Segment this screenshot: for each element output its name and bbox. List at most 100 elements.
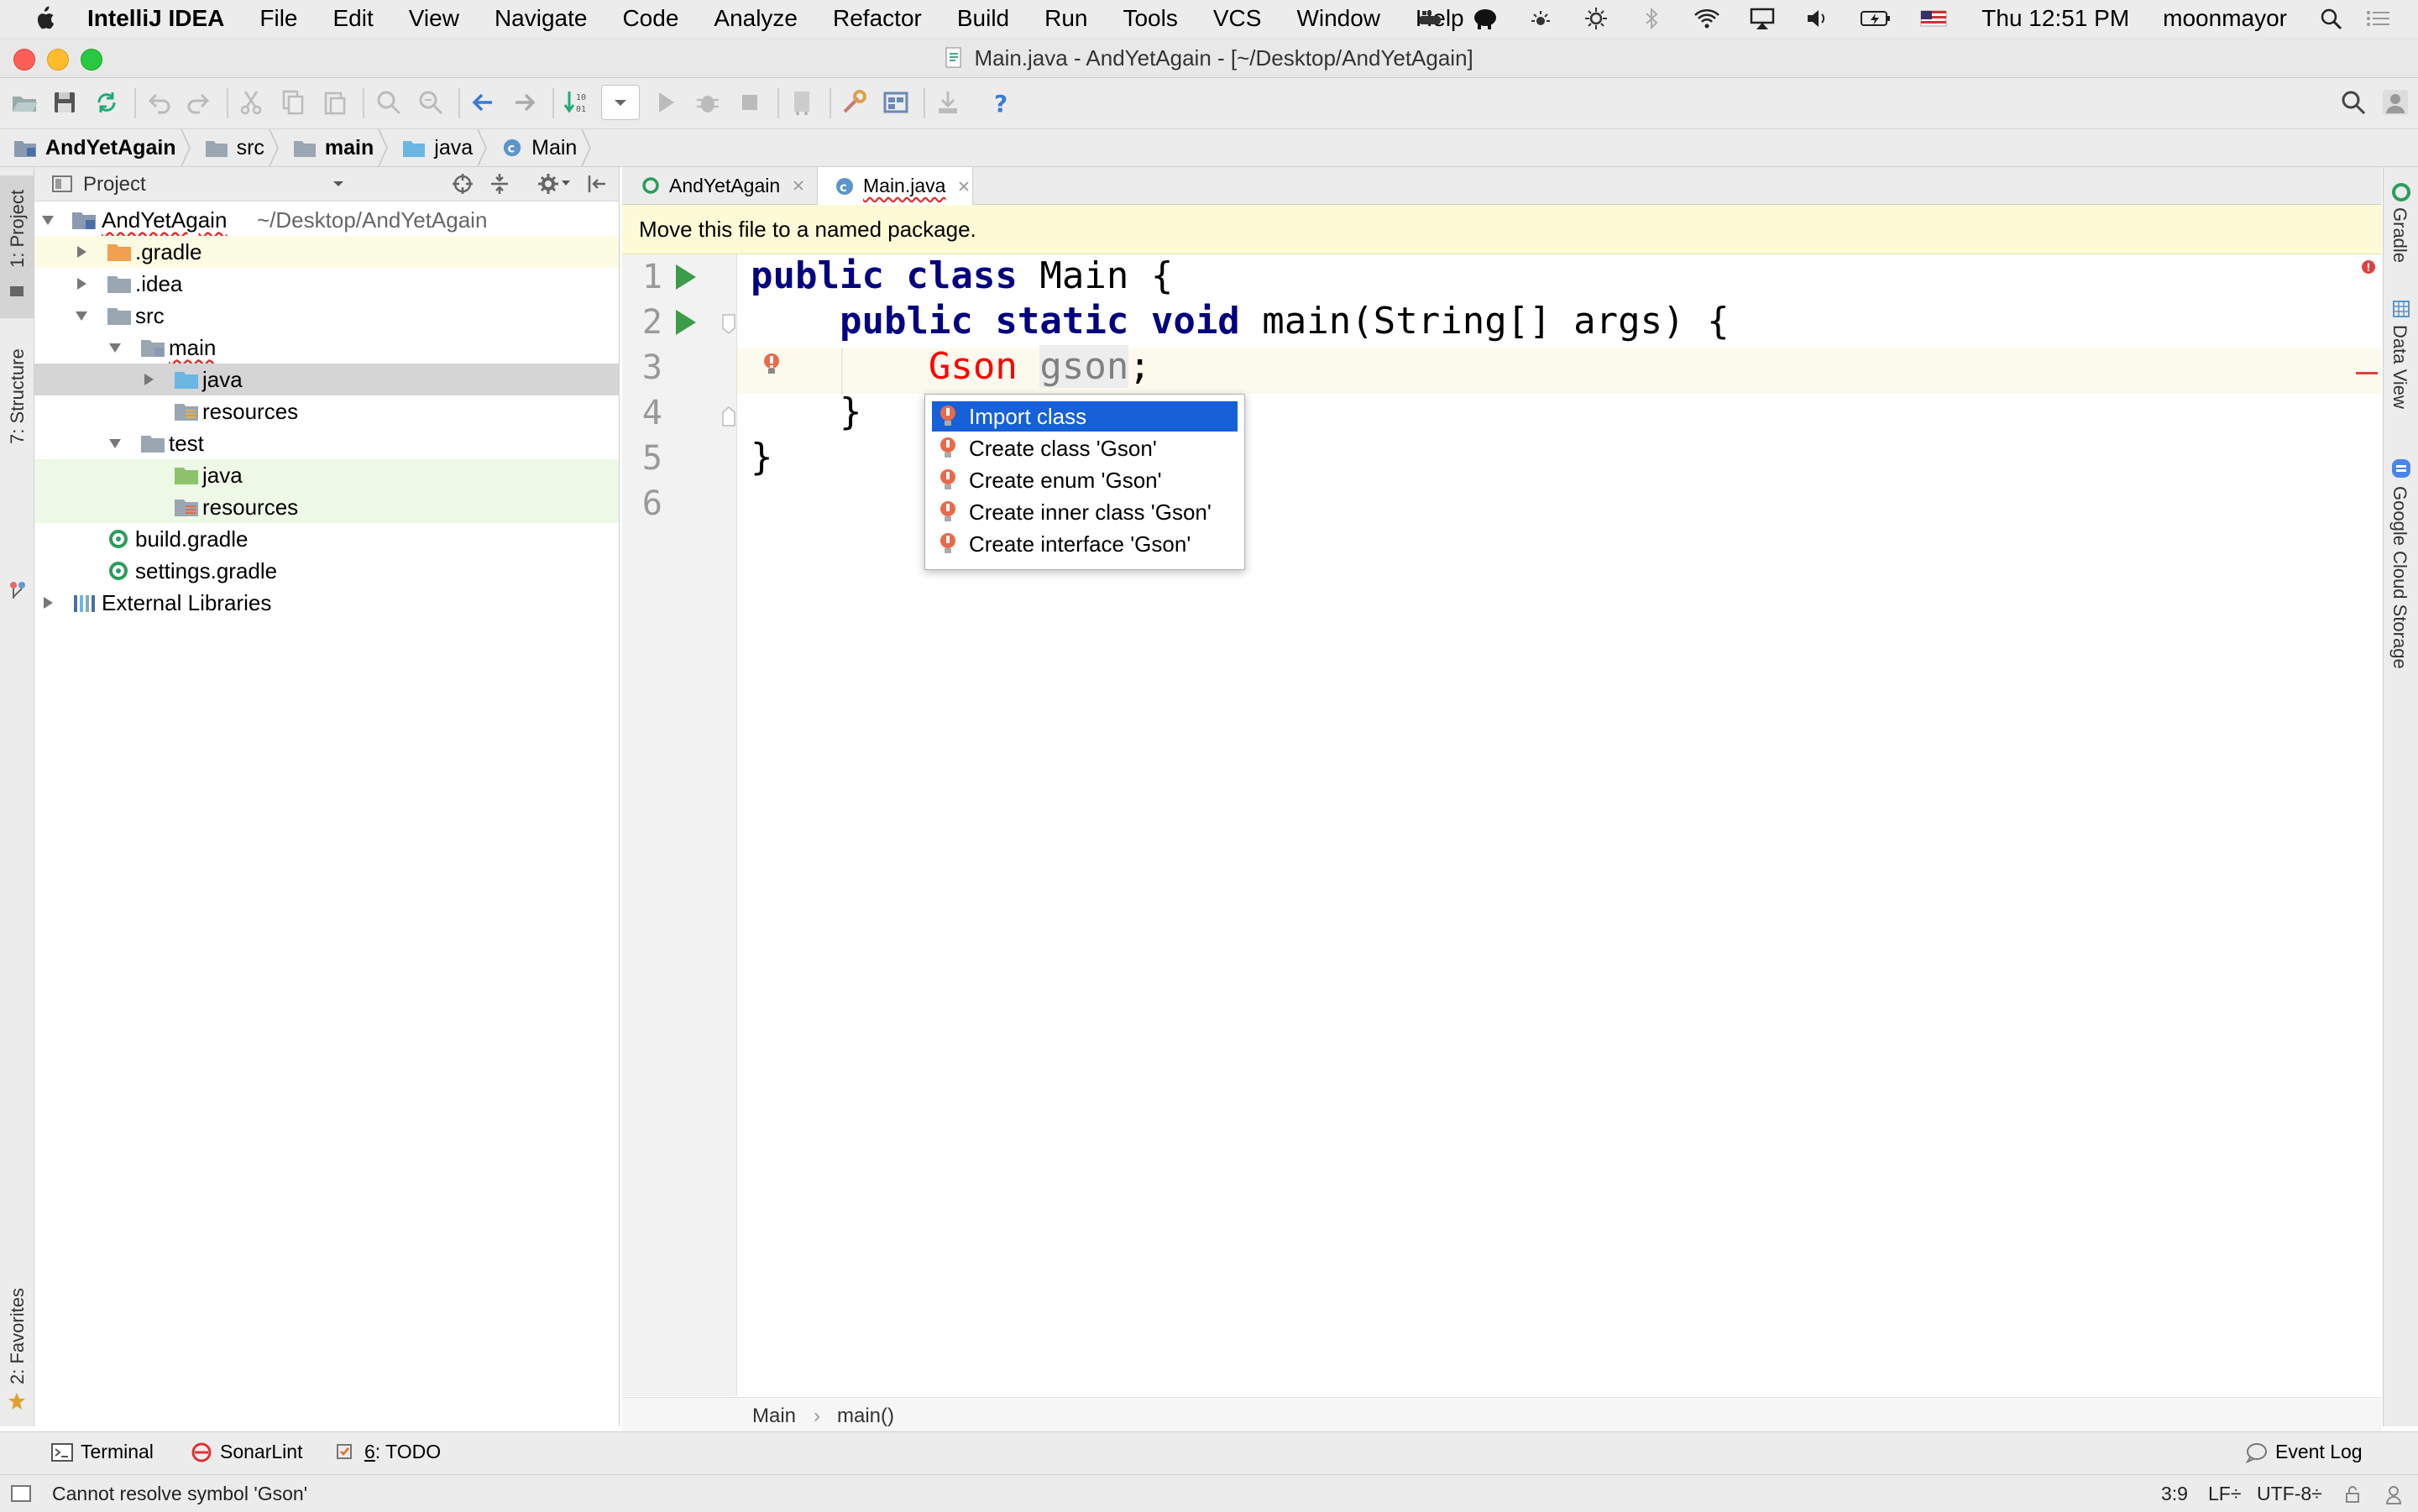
popup-item-create-interface[interactable]: Create interface 'Gson' [932,529,1238,559]
close-tab-icon[interactable] [957,180,971,193]
apple-icon[interactable] [32,6,55,31]
redo-icon[interactable] [185,88,213,117]
favorites-tool-tab[interactable]: 2: Favorites [0,1275,34,1418]
stop-icon[interactable] [735,88,764,117]
expanded-arrow-icon[interactable] [39,212,56,228]
tree-item-main-java-folder[interactable]: java [34,364,619,395]
tab-andyetagain[interactable]: AndYetAgain [622,167,815,204]
menu-file[interactable]: File [259,5,297,32]
collapse-all-icon[interactable] [488,172,511,196]
brightness-low-icon[interactable] [1526,6,1555,31]
tree-item-settings-gradle[interactable]: settings.gradle [34,555,619,587]
menu-code[interactable]: Code [622,5,678,32]
menu-app-name[interactable]: IntelliJ IDEA [87,5,224,32]
spotlight-search-icon[interactable] [2317,6,2346,31]
nav-crumb-project[interactable]: AndYetAgain [0,129,191,166]
flag-us-icon[interactable] [1919,6,1948,31]
battery-icon[interactable] [1859,6,1892,31]
menu-window[interactable]: Window [1296,5,1380,32]
menu-refactor[interactable]: Refactor [833,5,922,32]
tree-item-main-resources-folder[interactable]: resources [34,395,619,427]
save-all-icon[interactable] [50,88,79,117]
run-configuration-dropdown[interactable] [601,85,640,120]
menu-vcs[interactable]: VCS [1213,5,1262,32]
lock-icon[interactable] [2344,1485,2361,1504]
wifi-icon[interactable] [1693,6,1721,31]
todo-tool-button[interactable]: 6: TODO [334,1441,441,1463]
sun-icon[interactable] [1582,6,1610,31]
menu-tools[interactable]: Tools [1123,5,1177,32]
nav-crumb-main-class[interactable]: c Main [488,129,592,166]
menu-analyze[interactable]: Analyze [714,5,798,32]
settings-gear-icon[interactable] [536,172,560,196]
tree-item-test-java-folder[interactable]: java [34,459,619,491]
structure-tool-tab[interactable]: 7: Structure [0,318,34,599]
tree-item-gradle-folder[interactable]: .gradle [34,236,619,268]
airplay-icon[interactable] [1748,6,1777,31]
copy-icon[interactable] [279,88,307,117]
menu-build[interactable]: Build [957,5,1009,32]
menu-run[interactable]: Run [1044,5,1087,32]
line-separator-selector[interactable]: LF÷ [2208,1483,2241,1505]
gcs-tool-tab[interactable]: Google Cloud Storage [2384,458,2418,701]
scroll-from-source-icon[interactable] [451,172,474,196]
find-icon[interactable] [374,88,403,117]
debug-icon[interactable] [693,88,722,117]
replace-icon[interactable] [416,88,445,117]
tree-item-external-libraries[interactable]: External Libraries [34,587,619,619]
docker-icon[interactable] [1416,6,1444,31]
back-icon[interactable] [468,88,497,117]
menu-view[interactable]: View [409,5,459,32]
popup-item-create-inner-class[interactable]: Create inner class 'Gson' [932,497,1238,527]
tree-item-idea-folder[interactable]: .idea [34,268,619,300]
tree-item-test-resources-folder[interactable]: resources [34,491,619,523]
tree-item-test-folder[interactable]: test [34,427,619,459]
sonarlint-tool-button[interactable]: SonarLint [190,1441,302,1463]
run-icon[interactable] [652,88,680,117]
notification-center-icon[interactable] [2364,6,2393,31]
project-structure-icon[interactable] [840,88,868,117]
forward-icon[interactable] [510,88,539,117]
collapsed-arrow-icon[interactable] [73,243,90,260]
nav-crumb-main[interactable]: main [280,129,389,166]
error-stripe-icon[interactable] [2361,259,2376,275]
search-everywhere-icon[interactable] [2339,88,2368,117]
run-gutter-icon[interactable] [673,308,698,337]
gradle-tool-tab[interactable]: Gradle [2384,182,2418,275]
expanded-arrow-icon[interactable] [73,307,90,324]
popup-item-create-class[interactable]: Create class 'Gson' [932,433,1238,463]
nav-crumb-java[interactable]: java [389,129,488,166]
expanded-arrow-icon[interactable] [107,339,123,356]
sdk-settings-icon[interactable] [882,88,910,117]
help-icon[interactable]: ? [987,88,1016,117]
tree-item-build-gradle[interactable]: build.gradle [34,523,619,555]
deploy-icon[interactable] [934,88,962,117]
chevron-down-icon[interactable] [330,177,347,191]
breadcrumb-method[interactable]: main() [837,1405,894,1428]
expanded-arrow-icon[interactable] [107,435,123,452]
undo-icon[interactable] [144,88,173,117]
synchronize-icon[interactable] [92,88,121,117]
error-stripe-marker[interactable] [2356,372,2378,374]
menubar-user[interactable]: moonmayor [2163,5,2287,32]
bluetooth-icon[interactable] [1637,6,1666,31]
cut-icon[interactable] [237,88,265,117]
popup-item-create-enum[interactable]: Create enum 'Gson' [932,465,1238,495]
user-account-icon[interactable] [2381,88,2410,117]
caret-position[interactable]: 3:9 [2161,1483,2188,1505]
event-log-tool-button[interactable]: Event Log [2245,1441,2363,1463]
volume-icon[interactable] [1803,6,1832,31]
popup-item-import-class[interactable]: Import class [932,401,1238,432]
breadcrumb-class[interactable]: Main [752,1405,796,1428]
collapsed-arrow-icon[interactable] [39,594,56,611]
tab-main-java[interactable]: c Main.java [817,167,973,205]
run-gutter-icon[interactable] [673,263,698,291]
collapsed-arrow-icon[interactable] [140,371,157,388]
attach-debugger-icon[interactable] [788,88,816,117]
fold-marker-icon[interactable] [721,313,736,337]
menu-edit[interactable]: Edit [333,5,374,32]
hide-panel-icon[interactable] [585,172,609,196]
file-encoding-selector[interactable]: UTF-8÷ [2257,1483,2322,1505]
tree-item-src-folder[interactable]: src [34,300,619,332]
inspector-hector-icon[interactable] [2383,1483,2405,1505]
